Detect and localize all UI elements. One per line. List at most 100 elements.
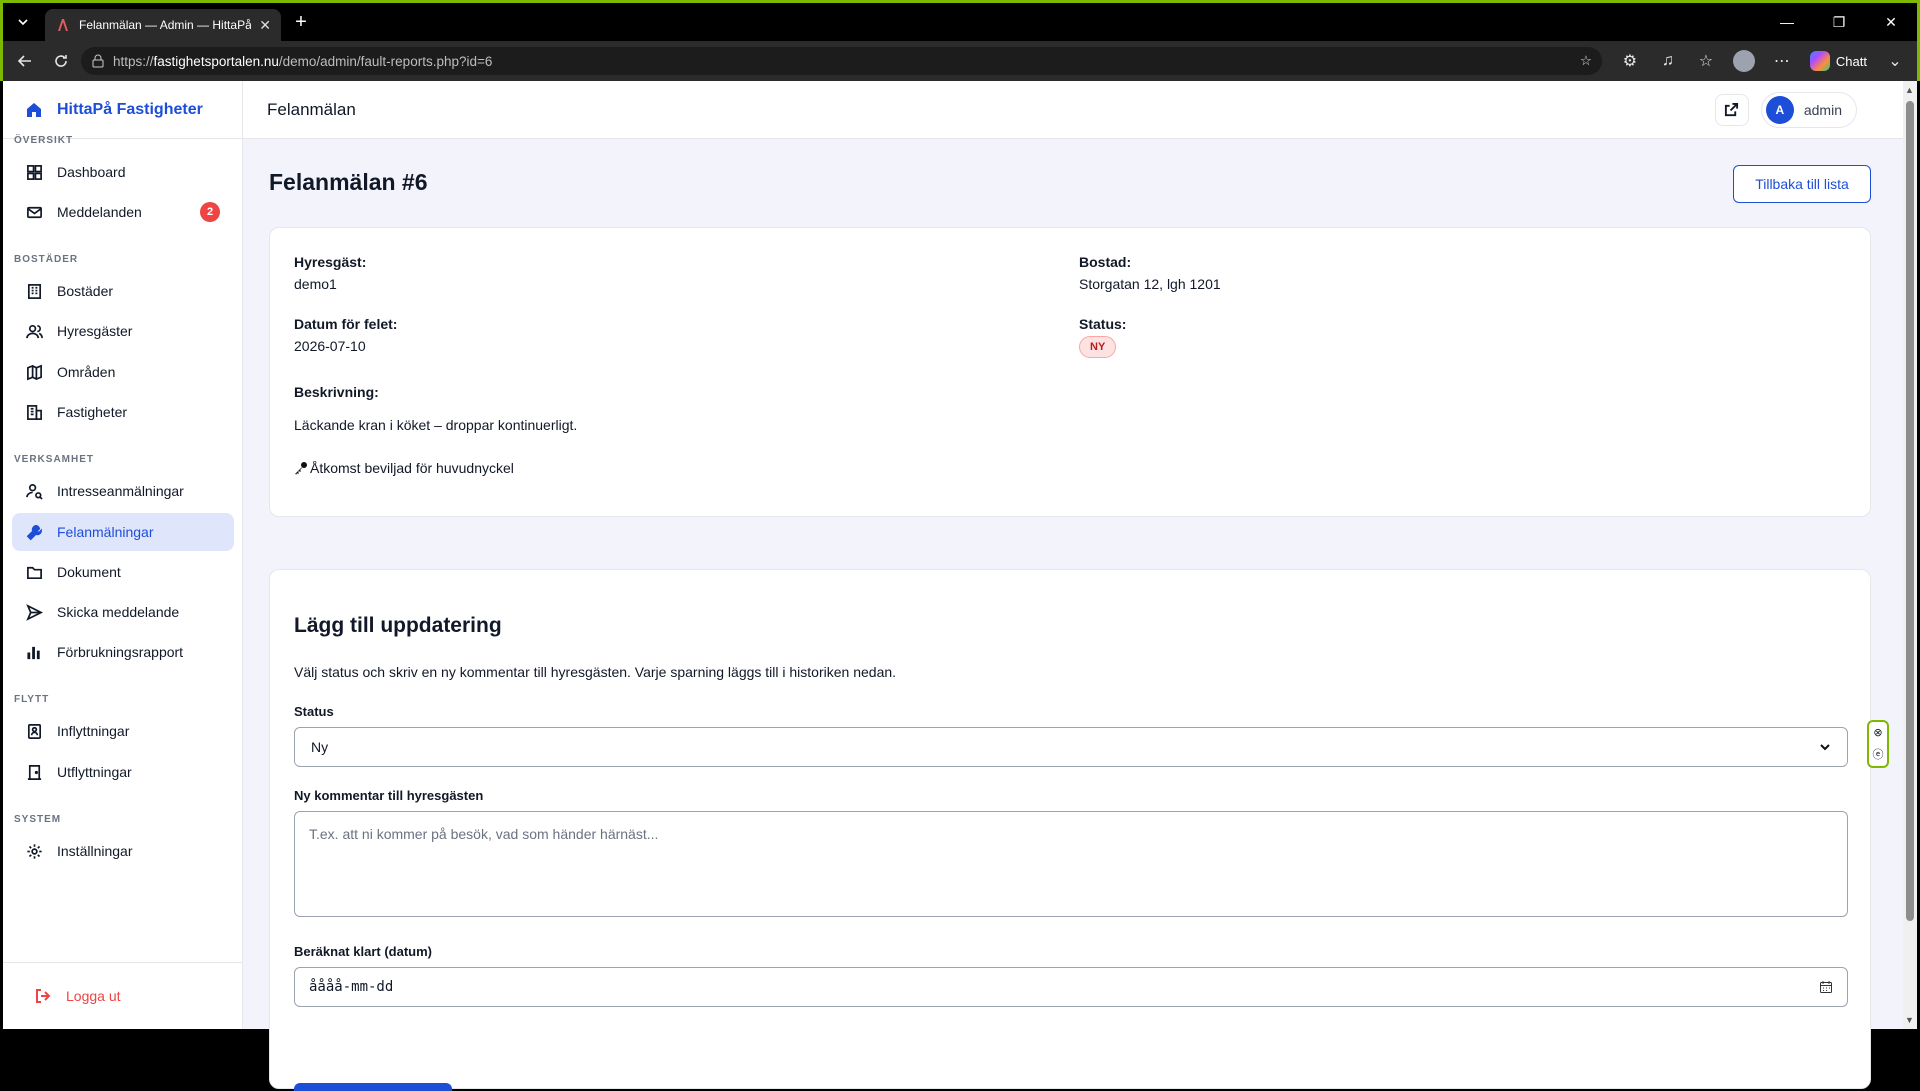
sidebar-item-inflyttningar[interactable]: Inflyttningar xyxy=(12,712,234,750)
update-form-help: Välj status och skriv en ny kommentar ti… xyxy=(294,664,897,680)
key-icon xyxy=(295,462,307,475)
access-text: Åtkomst beviljad för huvudnyckel xyxy=(310,460,514,476)
logout-button[interactable]: Logga ut xyxy=(3,962,243,1029)
brand[interactable]: HittaPå Fastigheter xyxy=(3,81,242,139)
scrollbar-thumb[interactable] xyxy=(1906,101,1914,921)
sidebar-item-felanmalningar[interactable]: Felanmälningar xyxy=(12,513,234,551)
restore-icon[interactable]: ❐ xyxy=(1813,3,1865,41)
back-icon[interactable] xyxy=(9,45,41,77)
status-select-value: Ny xyxy=(311,739,329,755)
sidebar-item-label: Meddelanden xyxy=(57,204,142,220)
status-field-label: Status xyxy=(294,704,334,719)
browser-tab[interactable]: Felanmälan — Admin — HittaPå Fa ✕ xyxy=(45,9,281,41)
chatt-label: Chatt xyxy=(1835,53,1867,69)
home-icon xyxy=(27,102,41,117)
section-flytt: FLYTT xyxy=(14,694,50,705)
scroll-up-icon[interactable]: ▲ xyxy=(1905,85,1914,95)
sidebar-item-installningar[interactable]: Inställningar xyxy=(12,832,234,870)
sidebar-item-hyresgaster[interactable]: Hyresgäster xyxy=(12,312,234,350)
chevron-down-icon[interactable]: ⌄ xyxy=(1879,45,1911,77)
residence-value: Storgatan 12, lgh 1201 xyxy=(1079,276,1221,292)
sidebar-item-omraden[interactable]: Områden xyxy=(12,353,234,391)
mail-icon xyxy=(27,206,42,218)
new-tab-button[interactable]: + xyxy=(287,8,315,36)
dashboard-icon xyxy=(27,164,42,180)
comment-textarea[interactable]: T.ex. att ni kommer på besök, vad som hä… xyxy=(294,811,1848,917)
read-aloud-icon[interactable]: ♫ xyxy=(1652,45,1684,77)
status-select[interactable]: Ny xyxy=(294,727,1848,767)
map-icon xyxy=(27,364,42,380)
send-icon xyxy=(26,603,43,621)
extension-badge-icon[interactable]: ⓔ xyxy=(1873,746,1884,762)
status-label: Status: xyxy=(1079,316,1127,332)
reload-icon[interactable] xyxy=(45,45,77,77)
side-widget[interactable]: ⊗ ⓔ xyxy=(1867,720,1889,768)
wrench-icon xyxy=(26,524,42,540)
sidebar-item-forbrukningsrapport[interactable]: Förbrukningsrapport xyxy=(12,633,234,671)
folder-icon xyxy=(27,566,42,579)
profile-icon[interactable] xyxy=(1728,45,1760,77)
eta-date-input[interactable]: åååå-mm-dd xyxy=(294,967,1848,1007)
sidebar-item-intresseanmalningar[interactable]: Intresseanmälningar xyxy=(12,472,234,510)
favorites-icon[interactable]: ☆ xyxy=(1690,45,1722,77)
logout-icon xyxy=(36,989,51,1003)
sidebar-item-meddelanden[interactable]: Meddelanden 2 xyxy=(12,193,234,231)
avatar: A xyxy=(1765,95,1794,124)
description-label: Beskrivning: xyxy=(294,384,379,400)
sidebar-item-dokument[interactable]: Dokument xyxy=(12,553,234,591)
eta-field-label: Beräknat klart (datum) xyxy=(294,944,432,959)
date-value: 2026-07-10 xyxy=(294,338,366,354)
sidebar-item-label: Inställningar xyxy=(57,843,133,859)
back-to-list-button[interactable]: Tillbaka till lista xyxy=(1733,165,1871,203)
sidebar-item-utflyttningar[interactable]: Utflyttningar xyxy=(12,753,234,791)
nav-bar: https://fastighetsportalen.nu/demo/admin… xyxy=(3,41,1917,81)
address-bar[interactable]: https://fastighetsportalen.nu/demo/admin… xyxy=(81,47,1602,75)
extensions-icon[interactable]: ⚙ xyxy=(1614,45,1646,77)
sidebar-item-fastigheter[interactable]: Fastigheter xyxy=(12,393,234,431)
sidebar-item-label: Bostäder xyxy=(57,283,114,299)
sidebar-item-dashboard[interactable]: Dashboard xyxy=(12,153,234,191)
user-search-icon xyxy=(26,483,43,500)
scroll-down-icon[interactable]: ▼ xyxy=(1905,1015,1914,1025)
sidebar-item-label: Områden xyxy=(57,364,116,380)
sidebar-item-label: Dokument xyxy=(57,564,121,580)
url-path: /demo/admin/fault-reports.php?id=6 xyxy=(278,53,493,69)
close-tab-icon[interactable]: ✕ xyxy=(259,17,271,34)
favorite-star-icon[interactable]: ☆ xyxy=(1580,53,1592,69)
office-building-icon xyxy=(27,404,42,420)
section-bostader: BOSTÄDER xyxy=(14,254,79,265)
sidebar-item-label: Intresseanmälningar xyxy=(57,483,184,499)
site-info-icon[interactable] xyxy=(91,54,105,68)
sidebar-item-label: Förbrukningsrapport xyxy=(57,644,184,660)
page-scrollbar[interactable]: ▲ ▼ xyxy=(1903,81,1917,1029)
comment-field-label: Ny kommentar till hyresgästen xyxy=(294,788,484,803)
close-circle-icon[interactable]: ⊗ xyxy=(1873,726,1882,739)
copilot-chat-button[interactable]: Chatt xyxy=(1804,51,1873,71)
residence-label: Bostad: xyxy=(1079,254,1132,270)
top-header: Felanmälan A admin xyxy=(243,81,1903,139)
close-window-icon[interactable]: ✕ xyxy=(1865,3,1917,41)
sidebar-item-skicka-meddelande[interactable]: Skicka meddelande xyxy=(12,593,234,631)
calendar-icon[interactable] xyxy=(1819,980,1833,994)
sidebar-item-bostader[interactable]: Bostäder xyxy=(12,272,234,310)
update-form-title: Lägg till uppdatering xyxy=(294,614,502,637)
sidebar-item-label: Skicka meddelande xyxy=(57,604,180,620)
add-update-card: Lägg till uppdatering Välj status och sk… xyxy=(269,569,1871,1091)
sidebar-item-label: Felanmälningar xyxy=(57,524,154,540)
save-button[interactable] xyxy=(294,1083,452,1091)
users-icon xyxy=(26,324,43,338)
window-controls: — ❐ ✕ xyxy=(1761,3,1917,41)
user-menu[interactable]: A admin xyxy=(1760,91,1857,128)
more-icon[interactable]: ⋯ xyxy=(1766,45,1798,77)
date-label: Datum för felet: xyxy=(294,316,398,332)
open-external-button[interactable] xyxy=(1714,93,1749,126)
status-badge: NY xyxy=(1079,336,1117,358)
tab-list-button[interactable] xyxy=(7,8,39,36)
logout-label: Logga ut xyxy=(66,988,121,1004)
tab-bar: Felanmälan — Admin — HittaPå Fa ✕ + — ❐ … xyxy=(3,3,1917,41)
access-note: Åtkomst beviljad för huvudnyckel xyxy=(294,460,514,476)
brand-name: HittaPå Fastigheter xyxy=(57,100,203,118)
gear-icon xyxy=(27,843,42,859)
minimize-icon[interactable]: — xyxy=(1761,3,1813,41)
url-prefix: https:// xyxy=(113,53,154,69)
